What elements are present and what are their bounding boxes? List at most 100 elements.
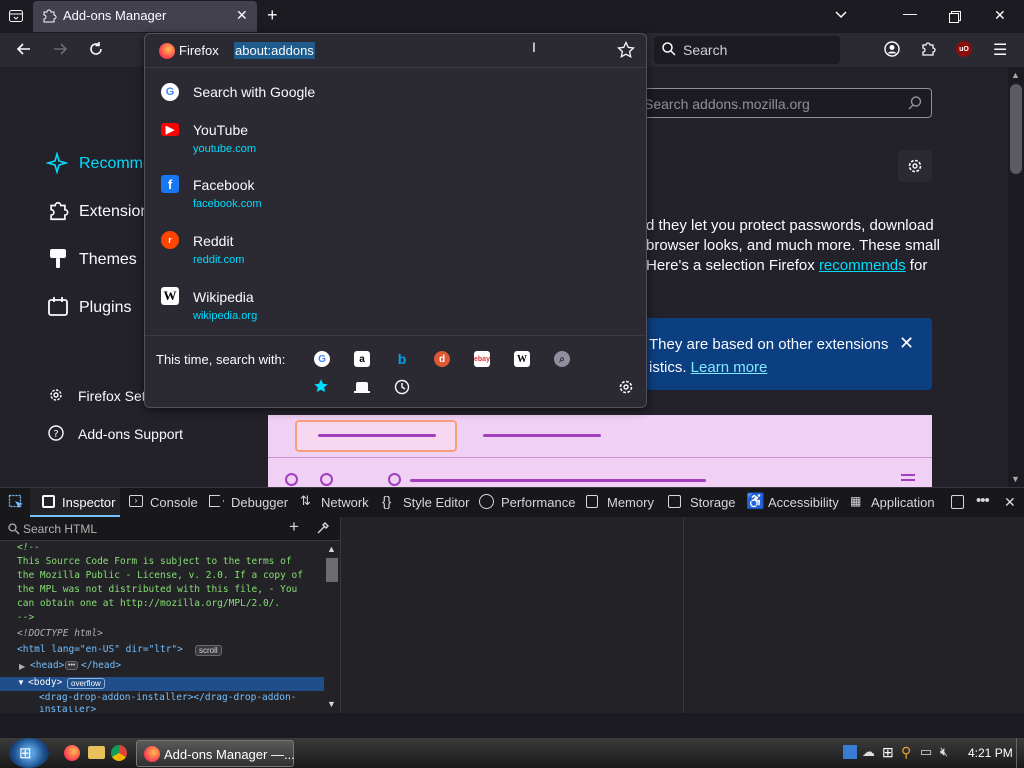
close-icon[interactable]: ✕: [899, 333, 914, 354]
description-line-3: Here's a selection Firefox: [646, 257, 819, 274]
scroll-up-icon[interactable]: ▲: [327, 544, 336, 554]
scroll-badge[interactable]: scroll: [195, 645, 222, 656]
menu-icon[interactable]: ☰: [993, 40, 1007, 60]
suggestion-reddit-url: reddit.com: [193, 254, 245, 266]
close-window-icon[interactable]: ✕: [994, 7, 1006, 24]
search-engine-icon[interactable]: ⌕: [554, 351, 570, 367]
forward-icon[interactable]: [52, 41, 68, 62]
learn-more-link[interactable]: Learn more: [691, 359, 768, 376]
identity-label: Firefox: [179, 43, 219, 58]
markup-body-node[interactable]: <body>: [28, 677, 62, 688]
description-line-1: d they let you protect passwords, downlo…: [646, 217, 934, 234]
eyedropper-icon[interactable]: [316, 521, 330, 540]
expand-triangle-icon[interactable]: ▶: [19, 662, 25, 671]
tray-network-icon[interactable]: ☁: [862, 744, 875, 760]
chrome-icon[interactable]: [111, 745, 127, 761]
suggestion-facebook[interactable]: Facebook: [193, 177, 254, 193]
close-devtools-icon[interactable]: ✕: [1004, 494, 1016, 511]
urlbar[interactable]: [145, 34, 646, 68]
addons-support-link[interactable]: Add-ons Support: [78, 426, 183, 442]
facebook-icon: f: [161, 175, 179, 193]
tab-inspector[interactable]: Inspector: [62, 495, 115, 510]
tab-network[interactable]: Network: [321, 495, 369, 510]
sidebar-item-themes[interactable]: Themes: [79, 251, 137, 269]
storage-icon: [668, 495, 681, 508]
add-node-icon[interactable]: +: [289, 517, 299, 537]
sidebar-item-extensions[interactable]: Extension: [79, 203, 149, 221]
tray-search-icon[interactable]: ⚲: [901, 744, 911, 761]
tab-debugger[interactable]: Debugger: [231, 495, 288, 510]
markup-scrollbar-thumb[interactable]: [326, 558, 338, 582]
wikipedia-engine-icon[interactable]: W: [514, 351, 530, 367]
banner-text-1: They are based on other extensions: [649, 336, 889, 353]
chevron-down-icon[interactable]: [834, 7, 848, 24]
scroll-up-icon[interactable]: ▲: [1011, 70, 1020, 80]
element-picker-icon[interactable]: [8, 494, 24, 515]
collapse-triangle-icon[interactable]: ▼: [17, 678, 25, 687]
windows-logo-icon: ⊞: [19, 745, 32, 762]
show-desktop-button[interactable]: [1016, 738, 1024, 768]
bookmarks-star-icon[interactable]: [313, 378, 329, 399]
page-scrollbar-thumb[interactable]: [1010, 84, 1022, 174]
firefox-settings-link[interactable]: Firefox Sett: [78, 388, 150, 404]
recommends-link[interactable]: recommends: [819, 257, 906, 274]
ublock-icon[interactable]: uO: [956, 41, 972, 57]
minimize-icon[interactable]: —: [903, 5, 917, 21]
tab-storage[interactable]: Storage: [690, 495, 736, 510]
tab-style-editor[interactable]: Style Editor: [403, 495, 469, 510]
new-tab-icon[interactable]: +: [267, 5, 278, 26]
sidebar-item-recommendations[interactable]: Recomme: [79, 155, 152, 173]
duckduckgo-engine-icon[interactable]: d: [434, 351, 450, 367]
search-bar[interactable]: [654, 36, 840, 64]
markup-head-node[interactable]: <head>: [30, 660, 64, 671]
reddit-icon: r: [161, 231, 179, 249]
tab-memory[interactable]: Memory: [607, 495, 654, 510]
suggestion-reddit[interactable]: Reddit: [193, 233, 233, 249]
volume-muted-icon[interactable]: 🔇︎: [940, 744, 948, 760]
url-input[interactable]: about:addons: [234, 42, 315, 59]
ebay-engine-icon[interactable]: ebay: [474, 351, 490, 367]
scroll-down-icon[interactable]: ▼: [1011, 474, 1020, 484]
extensions-icon[interactable]: [920, 41, 936, 62]
restore-icon[interactable]: [949, 10, 961, 28]
tray-monitor-icon[interactable]: ▭: [920, 744, 932, 760]
collapsed-badge[interactable]: •••: [65, 661, 79, 670]
reload-icon[interactable]: [88, 41, 104, 62]
tab-accessibility[interactable]: Accessibility: [768, 495, 839, 510]
search-settings-gear-icon[interactable]: [618, 379, 634, 400]
account-icon[interactable]: [884, 41, 900, 62]
google-engine-icon[interactable]: G: [314, 351, 330, 367]
tab-application[interactable]: Application: [871, 495, 935, 510]
bookmark-star-icon[interactable]: [617, 40, 635, 64]
firefox-taskbar-icon[interactable]: [64, 745, 80, 761]
folder-icon[interactable]: [88, 746, 105, 759]
overflow-badge[interactable]: overflow: [67, 678, 105, 689]
close-tab-icon[interactable]: ✕: [236, 7, 248, 24]
suggestion-wikipedia[interactable]: Wikipedia: [193, 289, 254, 305]
sidebar-item-plugins[interactable]: Plugins: [79, 299, 131, 317]
history-icon[interactable]: [394, 379, 410, 400]
firefox-logo-icon: [144, 746, 160, 762]
amazon-engine-icon[interactable]: a: [354, 351, 370, 367]
tray-app-icon[interactable]: [843, 745, 857, 759]
search-bar-placeholder: Search: [683, 42, 728, 58]
tabs-icon[interactable]: [354, 380, 370, 398]
markup-html-node[interactable]: <html lang="en-US" dir="ltr">: [17, 644, 183, 655]
svg-text:?: ?: [53, 429, 58, 440]
dock-options-icon[interactable]: [951, 495, 964, 509]
tray-flag-icon[interactable]: ⊞: [882, 744, 894, 761]
list-all-tabs-icon[interactable]: [8, 8, 24, 27]
application-icon: ▦: [850, 494, 861, 508]
markup-drag-drop-node[interactable]: <drag-drop-addon-installer></drag-drop-a…: [39, 692, 296, 703]
suggestion-wikipedia-url: wikipedia.org: [193, 310, 258, 322]
suggestion-youtube[interactable]: YouTube: [193, 122, 248, 138]
clock[interactable]: 4:21 PM: [968, 746, 1013, 760]
back-icon[interactable]: [16, 41, 32, 62]
tab-console[interactable]: Console: [150, 495, 198, 510]
scroll-down-icon[interactable]: ▼: [327, 699, 336, 709]
bing-engine-icon[interactable]: b: [394, 351, 410, 367]
more-options-icon[interactable]: •••: [976, 492, 990, 509]
suggestion-search-google[interactable]: Search with Google: [193, 84, 315, 100]
tab-performance[interactable]: Performance: [501, 495, 575, 510]
search-icon: [8, 522, 20, 540]
